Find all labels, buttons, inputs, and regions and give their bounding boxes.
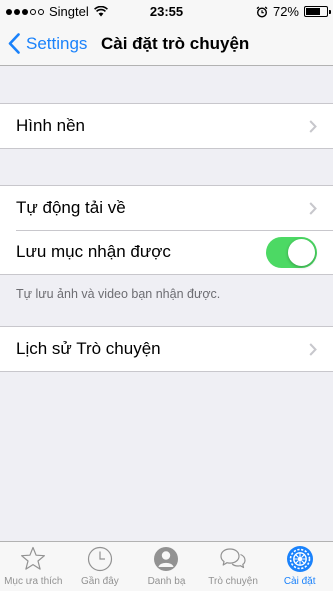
contacts-icon bbox=[154, 547, 179, 571]
battery-level-fill bbox=[306, 8, 321, 15]
auto-download-cell[interactable]: Tự động tải về bbox=[0, 186, 333, 230]
tab-bar: Mục ưa thích Gần đây Danh bạ Trò chuyện bbox=[0, 541, 333, 591]
save-incoming-label: Lưu mục nhận được bbox=[16, 242, 171, 261]
tab-label: Trò chuyện bbox=[208, 576, 258, 587]
tab-favorites[interactable]: Mục ưa thích bbox=[0, 542, 67, 591]
save-incoming-footer: Tự lưu ảnh và video bạn nhận được. bbox=[16, 287, 221, 301]
chevron-left-icon bbox=[8, 33, 20, 54]
clock-icon bbox=[87, 546, 112, 572]
auto-download-label: Tự động tải về bbox=[16, 198, 126, 217]
star-icon bbox=[21, 546, 46, 570]
chat-history-label: Lịch sử Trò chuyện bbox=[16, 339, 161, 358]
toggle-knob bbox=[288, 239, 315, 266]
chat-history-cell[interactable]: Lịch sử Trò chuyện bbox=[0, 327, 333, 371]
gear-icon bbox=[286, 546, 313, 572]
tab-contacts[interactable]: Danh bạ bbox=[133, 542, 200, 591]
back-button-label: Settings bbox=[26, 33, 88, 53]
page-title: Cài đặt trò chuyện bbox=[101, 34, 250, 53]
history-group: Lịch sử Trò chuyện bbox=[0, 326, 333, 372]
wallpaper-label: Hình nền bbox=[16, 116, 85, 135]
chats-icon bbox=[220, 548, 246, 569]
alarm-clock-icon bbox=[256, 5, 268, 18]
tab-label: Mục ưa thích bbox=[4, 576, 63, 587]
save-incoming-cell: Lưu mục nhận được bbox=[0, 230, 333, 274]
battery-icon bbox=[304, 6, 331, 17]
navigation-bar: Settings Cài đặt trò chuyện bbox=[0, 22, 333, 66]
chevron-right-icon bbox=[309, 120, 317, 133]
wallpaper-group: Hình nền bbox=[0, 103, 333, 149]
tab-settings[interactable]: Cài đặt bbox=[266, 542, 333, 591]
battery-percentage: 72% bbox=[272, 4, 299, 19]
save-incoming-toggle[interactable] bbox=[266, 237, 317, 268]
tab-label: Danh bạ bbox=[147, 576, 186, 587]
chevron-right-icon bbox=[309, 202, 317, 215]
chevron-right-icon bbox=[309, 343, 317, 356]
tab-recents[interactable]: Gần đây bbox=[67, 542, 134, 591]
media-group: Tự động tải về Lưu mục nhận được bbox=[0, 185, 333, 275]
back-button[interactable]: Settings bbox=[8, 22, 87, 65]
tab-chats[interactable]: Trò chuyện bbox=[200, 542, 267, 591]
tab-label: Gần đây bbox=[80, 576, 119, 587]
status-bar: Singtel 23:55 72% bbox=[0, 0, 333, 22]
tab-label: Cài đặt bbox=[283, 576, 316, 587]
wallpaper-cell[interactable]: Hình nền bbox=[0, 104, 333, 148]
status-right: 72% bbox=[256, 4, 331, 19]
